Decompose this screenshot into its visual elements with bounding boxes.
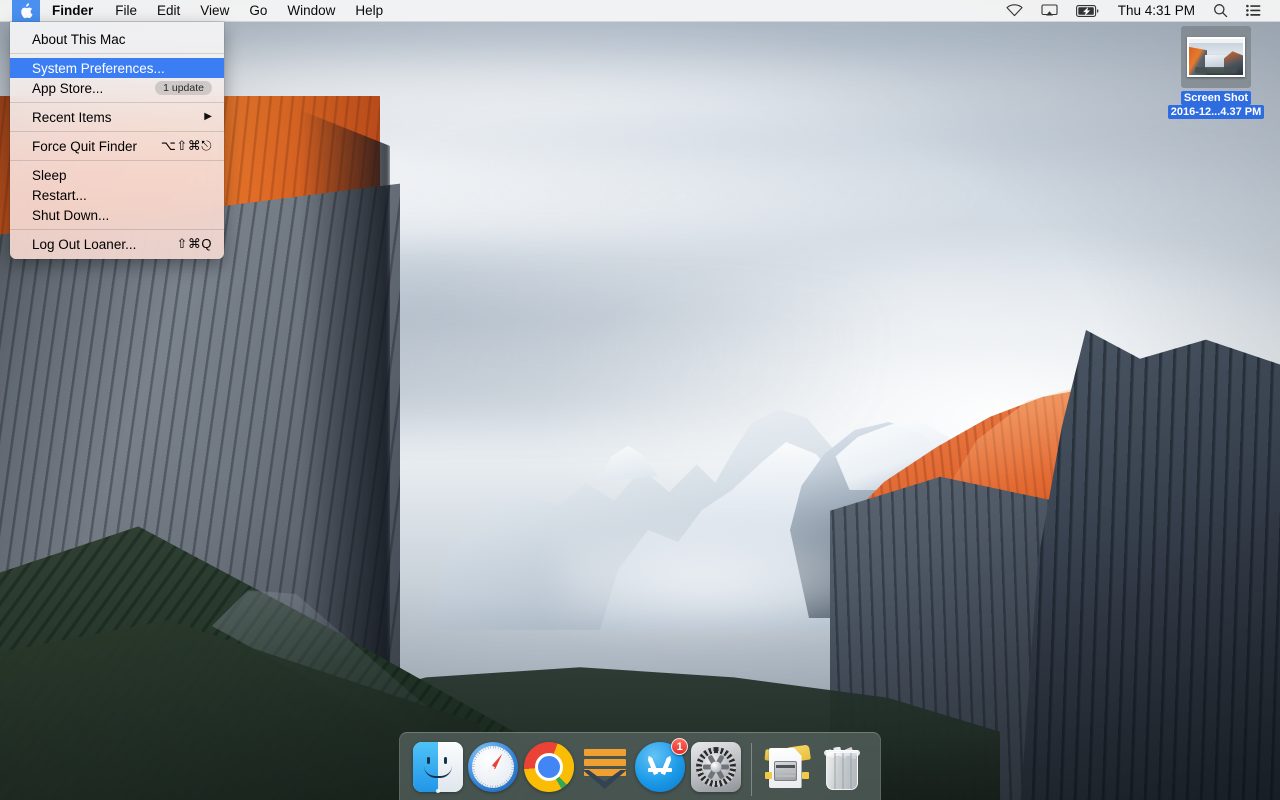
- desktop-icon-label-line2: 2016-12...4.37 PM: [1167, 105, 1265, 119]
- dock-item-system-preferences[interactable]: [688, 739, 744, 795]
- airplay-icon[interactable]: [1032, 0, 1067, 22]
- dock-separator: [750, 743, 752, 796]
- notification-center-icon[interactable]: [1237, 0, 1270, 22]
- screenshot-preview-image: [1189, 39, 1243, 75]
- dock-item-safari[interactable]: [466, 739, 522, 795]
- apple-logo-icon[interactable]: [12, 0, 40, 22]
- dock-item-downloads-stack[interactable]: [759, 739, 815, 795]
- menu-go[interactable]: Go: [239, 0, 277, 22]
- chrome-icon: [524, 742, 575, 792]
- download-arrow-icon: [580, 742, 630, 792]
- apple-menu-dropdown: About This Mac System Preferences... App…: [10, 22, 224, 259]
- menu-separator: [10, 131, 224, 132]
- menu-item-shortcut: ⌥⇧⌘⎋: [160, 138, 212, 153]
- battery-charging-icon[interactable]: [1067, 0, 1109, 22]
- menu-item-restart[interactable]: Restart...: [10, 185, 224, 205]
- menu-item-system-preferences[interactable]: System Preferences...: [10, 58, 224, 78]
- menu-item-label: Force Quit Finder: [32, 138, 138, 154]
- menu-separator: [10, 102, 224, 103]
- menu-item-log-out[interactable]: Log Out Loaner... ⇧⌘Q: [10, 234, 224, 254]
- preview-dock: [1195, 67, 1237, 73]
- menu-window[interactable]: Window: [277, 0, 345, 22]
- finder-icon: [412, 742, 463, 792]
- desktop-icon-label-line1: Screen Shot: [1180, 91, 1252, 105]
- dock: 1: [399, 732, 881, 800]
- menu-bar: Finder File Edit View Go Window Help Thu…: [0, 0, 1280, 22]
- menu-separator: [10, 160, 224, 161]
- desktop-icon-thumbnail[interactable]: [1181, 26, 1251, 88]
- menu-item-force-quit-finder[interactable]: Force Quit Finder ⌥⇧⌘⎋: [10, 136, 224, 156]
- running-indicator: [435, 789, 440, 793]
- menu-item-label: Shut Down...: [32, 207, 110, 223]
- menu-item-recent-items[interactable]: Recent Items ▶: [10, 107, 224, 127]
- menu-file[interactable]: File: [105, 0, 147, 22]
- dock-item-downloader[interactable]: [577, 739, 633, 795]
- menu-view[interactable]: View: [190, 0, 239, 22]
- menu-item-label: Recent Items: [32, 109, 112, 125]
- menu-item-label: App Store...: [32, 80, 104, 96]
- menu-item-label: Log Out Loaner...: [32, 236, 137, 252]
- menu-bar-status-items: Thu 4:31 PM: [997, 0, 1280, 22]
- menu-separator: [10, 53, 224, 54]
- dock-item-finder[interactable]: [410, 739, 466, 795]
- app-store-badge: 1: [671, 738, 689, 755]
- search-icon[interactable]: [1204, 0, 1237, 22]
- dock-item-trash[interactable]: [814, 739, 870, 795]
- menu-item-label: Sleep: [32, 167, 67, 183]
- menu-separator: [10, 229, 224, 230]
- downloads-folder-icon: [762, 742, 812, 792]
- safari-icon: [468, 742, 519, 792]
- menu-item-label: System Preferences...: [32, 60, 165, 76]
- screenshot-preview: [1187, 37, 1245, 77]
- menu-item-about-this-mac[interactable]: About This Mac: [10, 29, 224, 49]
- menu-item-label: About This Mac: [32, 31, 126, 47]
- menu-bar-app-menus: Finder File Edit View Go Window Help: [0, 0, 393, 22]
- update-badge: 1 update: [155, 81, 212, 95]
- menu-item-label: Restart...: [32, 187, 87, 203]
- submenu-arrow-icon: ▶: [204, 111, 212, 122]
- menu-edit[interactable]: Edit: [147, 0, 190, 22]
- menu-help[interactable]: Help: [345, 0, 393, 22]
- dock-item-app-store[interactable]: 1: [633, 738, 689, 795]
- gear-icon: [690, 742, 741, 792]
- dock-item-chrome[interactable]: [521, 739, 577, 795]
- menu-item-shortcut: ⇧⌘Q: [176, 236, 212, 251]
- preview-menubar: [1189, 39, 1243, 43]
- desktop-icon-label[interactable]: Screen Shot 2016-12...4.37 PM: [1167, 91, 1265, 119]
- trash-icon: [817, 742, 867, 792]
- menu-item-sleep[interactable]: Sleep: [10, 165, 224, 185]
- menu-bar-clock[interactable]: Thu 4:31 PM: [1109, 0, 1204, 22]
- wifi-icon[interactable]: [997, 0, 1032, 22]
- menu-finder[interactable]: Finder: [40, 0, 105, 22]
- desktop-icon-screenshot[interactable]: Screen Shot 2016-12...4.37 PM: [1167, 26, 1265, 119]
- menu-item-app-store[interactable]: App Store... 1 update: [10, 78, 224, 98]
- menu-item-shut-down[interactable]: Shut Down...: [10, 205, 224, 225]
